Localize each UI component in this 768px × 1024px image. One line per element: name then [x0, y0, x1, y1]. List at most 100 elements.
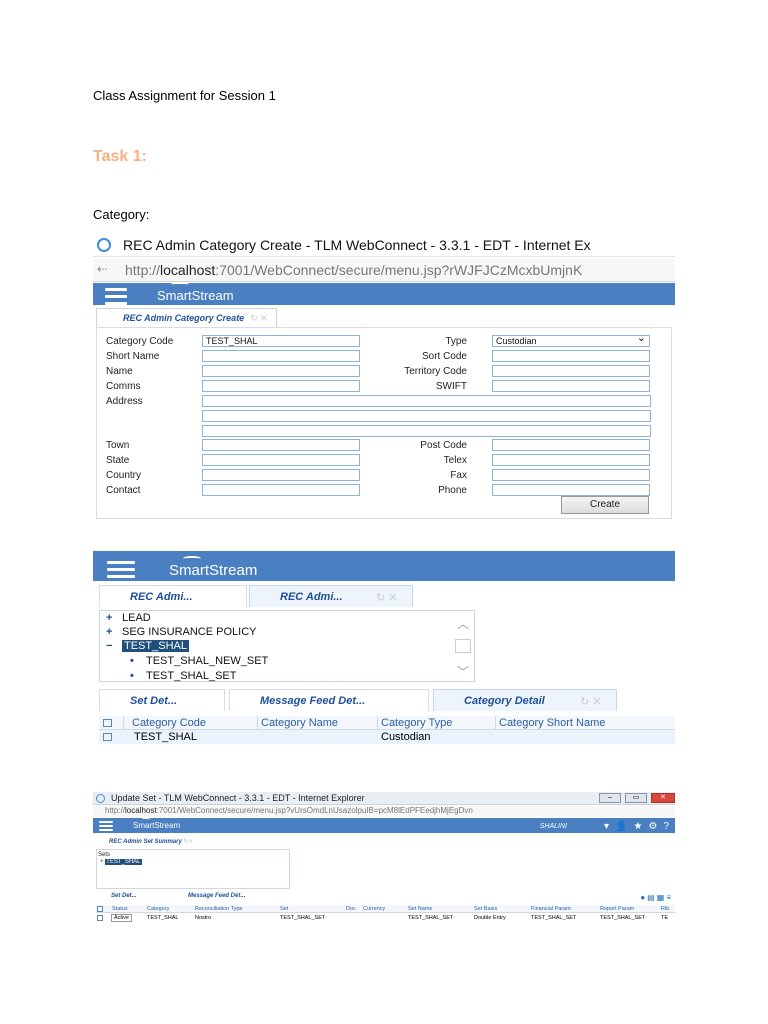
col-rib[interactable]: Rib: [661, 905, 669, 913]
maximize-button[interactable]: ▭: [625, 793, 647, 803]
col-set-name[interactable]: Set Name: [408, 905, 432, 913]
territory-code-label: Territory Code: [404, 366, 467, 377]
select-all-checkbox[interactable]: [103, 719, 112, 727]
minimize-button[interactable]: –: [599, 793, 621, 803]
tree-node-test-shal-new-set[interactable]: • TEST_SHAL_NEW_SET: [130, 655, 268, 667]
name-label: Name: [106, 366, 133, 377]
tab-close-icon[interactable]: ↻ ✕: [250, 313, 268, 323]
col-category-type[interactable]: Category Type: [381, 716, 452, 730]
screenshot-update-set: Update Set - TLM WebConnect - 3.3.1 - ED…: [93, 792, 675, 927]
tree-node-test-shal[interactable]: + TEST_SHAL: [100, 859, 142, 865]
tab-close-icon[interactable]: ↻ ✕: [376, 591, 398, 604]
col-set-basis[interactable]: Set Basis: [474, 905, 497, 913]
contact-label: Contact: [106, 485, 141, 496]
table-row[interactable]: Active TEST_SHAL Nostro TEST_SHAL_SET TE…: [96, 914, 675, 922]
comms-input[interactable]: [202, 380, 360, 392]
sets-tree: Sets + TEST_SHAL: [96, 849, 290, 889]
screenshot-category-create: REC Admin Category Create - TLM WebConne…: [93, 233, 675, 551]
short-name-input[interactable]: [202, 350, 360, 362]
cell-status[interactable]: Active: [111, 914, 132, 922]
row-checkbox[interactable]: [97, 915, 103, 921]
address-line-2-input[interactable]: [202, 410, 651, 422]
col-financial-param[interactable]: Financial Param: [531, 905, 571, 913]
window-title: Update Set - TLM WebConnect - 3.3.1 - ED…: [111, 793, 365, 803]
col-category-code[interactable]: Category Code: [132, 716, 206, 730]
scroll-thumb[interactable]: [455, 639, 471, 653]
create-button[interactable]: Create: [561, 496, 649, 514]
territory-code-input[interactable]: [492, 365, 650, 377]
screenshot-category-detail: SmartStream REC Admi... REC Admi... ↻ ✕ …: [93, 548, 675, 757]
tree-node-seg-insurance[interactable]: + SEG INSURANCE POLICY: [106, 626, 256, 638]
col-set[interactable]: Set: [280, 905, 288, 913]
tab-close-icon[interactable]: ↻ ✕: [580, 695, 602, 708]
telex-input[interactable]: [492, 454, 650, 466]
tab-set-detail[interactable]: Set Det...: [111, 893, 137, 899]
table-row[interactable]: TEST_SHAL Custodian: [99, 730, 675, 744]
header-icons[interactable]: ▾👤★⚙?: [604, 821, 675, 832]
col-category-name[interactable]: Category Name: [261, 716, 338, 730]
cell-report-param: TEST_SHAL_SET: [600, 915, 646, 921]
url-text[interactable]: http://localhost:7001/WebConnect/secure/…: [125, 262, 582, 278]
contact-input[interactable]: [202, 484, 360, 496]
col-category-short-name[interactable]: Category Short Name: [499, 716, 605, 730]
cell-set-basis: Double Entry: [474, 915, 506, 921]
address-line-1-input[interactable]: [202, 395, 651, 407]
tab-set-detail[interactable]: Set Det...: [99, 689, 225, 711]
menu-icon[interactable]: [105, 288, 127, 309]
tree-scrollbar[interactable]: ︿ ﹀: [454, 613, 472, 679]
tab-message-feed-detail[interactable]: Message Feed Det...: [229, 689, 429, 711]
tab-rec-admin-set-summary[interactable]: REC Admin Set Summary ↻✕: [109, 838, 194, 845]
swift-input[interactable]: [492, 380, 650, 392]
state-input[interactable]: [202, 454, 360, 466]
smartstream-logo: SmartStream: [157, 282, 234, 303]
category-grid-header: Category Code Category Name Category Typ…: [99, 716, 675, 730]
smartstream-logo: SmartStream: [133, 818, 180, 830]
chevron-down-icon[interactable]: ⌄: [637, 336, 646, 344]
row-checkbox[interactable]: [103, 733, 112, 741]
name-input[interactable]: [202, 365, 360, 377]
post-code-input[interactable]: [492, 439, 650, 451]
country-input[interactable]: [202, 469, 360, 481]
menu-icon[interactable]: [107, 561, 135, 582]
town-input[interactable]: [202, 439, 360, 451]
tab-rec-admin-1[interactable]: REC Admi...: [99, 585, 247, 607]
url-text[interactable]: http://localhost:7001/WebConnect/secure/…: [105, 806, 473, 815]
col-report-param[interactable]: Report Param: [600, 905, 634, 913]
window-titlebar: Update Set - TLM WebConnect - 3.3.1 - ED…: [93, 792, 675, 805]
address-bar[interactable]: ⇠ http://localhost:7001/WebConnect/secur…: [93, 258, 675, 282]
tab-message-feed-detail[interactable]: Message Feed Det...: [188, 893, 245, 899]
scroll-up-icon[interactable]: ︿: [457, 615, 469, 632]
col-status[interactable]: Status: [112, 905, 128, 913]
sets-label: Sets: [98, 852, 111, 858]
tab-rec-admin-2[interactable]: REC Admi... ↻ ✕: [249, 585, 413, 607]
tree-node-test-shal[interactable]: − TEST_SHAL: [106, 640, 189, 652]
address-bar[interactable]: http://localhost:7001/WebConnect/secure/…: [93, 806, 675, 817]
comms-label: Comms: [106, 381, 141, 392]
tree-node-lead[interactable]: + LEAD: [106, 612, 151, 624]
tab-close-icon[interactable]: ↻✕: [183, 839, 193, 845]
category-code-input[interactable]: TEST_SHAL: [202, 335, 360, 347]
window-title: REC Admin Category Create - TLM WebConne…: [123, 237, 591, 253]
grid-toolbar-icons[interactable]: ●▤▦≡: [640, 893, 673, 902]
smartstream-logo: SmartStream: [169, 556, 257, 579]
tab-category-detail[interactable]: Category Detail ↻ ✕: [433, 689, 617, 711]
sort-code-input[interactable]: [492, 350, 650, 362]
phone-input[interactable]: [492, 484, 650, 496]
col-doc[interactable]: Doc: [346, 905, 356, 913]
col-category[interactable]: Category: [147, 905, 169, 913]
scroll-down-icon[interactable]: ﹀: [457, 663, 469, 680]
section-label: Category:: [93, 207, 150, 222]
window-titlebar: REC Admin Category Create - TLM WebConne…: [93, 233, 675, 257]
type-select[interactable]: Custodian ⌄: [492, 335, 650, 347]
tab-rec-admin-category-create[interactable]: REC Admin Category Create ↻ ✕: [96, 308, 277, 327]
back-arrow-icon[interactable]: ⇠: [97, 262, 107, 276]
user-name[interactable]: SHALINI: [540, 823, 567, 830]
fax-input[interactable]: [492, 469, 650, 481]
close-button[interactable]: ✕: [651, 793, 675, 803]
select-all-checkbox[interactable]: [97, 906, 103, 912]
col-currency[interactable]: Currency: [363, 905, 385, 913]
col-reconciliation-type[interactable]: Reconciliation Type: [195, 905, 243, 913]
menu-icon[interactable]: [99, 821, 113, 833]
tree-node-test-shal-set[interactable]: • TEST_SHAL_SET: [130, 670, 236, 682]
address-line-3-input[interactable]: [202, 425, 651, 437]
